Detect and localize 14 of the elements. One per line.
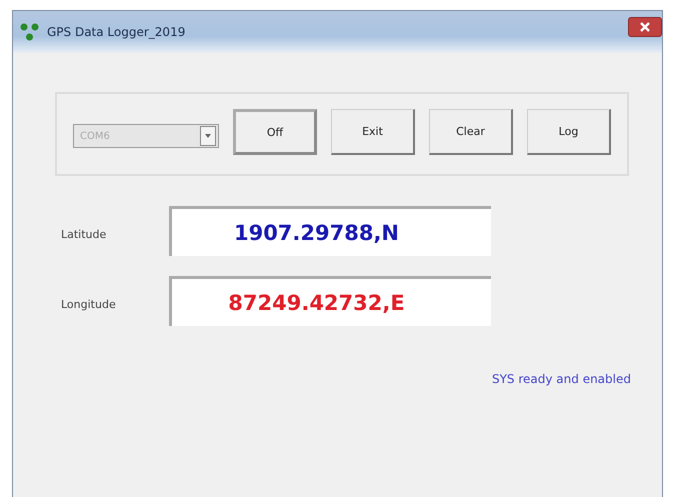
field-label: Latitude [61,226,108,240]
app-icon [19,22,41,42]
caret-icon [204,133,212,139]
status-text: SYS ready and enabled [492,372,631,386]
action-button[interactable]: Log [527,109,611,155]
coordinate-field[interactable]: 1907.29788,N [169,206,491,256]
field-label: Longitude [61,296,117,310]
coordinate-field[interactable]: 87249.42732,E [169,276,491,326]
window-title: GPS Data Logger_2019 [47,25,186,39]
close-icon [638,21,652,33]
action-button[interactable]: Clear [429,109,513,155]
action-button[interactable]: Exit [331,109,415,155]
close-button[interactable] [628,17,662,37]
action-button[interactable]: Off [233,109,317,155]
